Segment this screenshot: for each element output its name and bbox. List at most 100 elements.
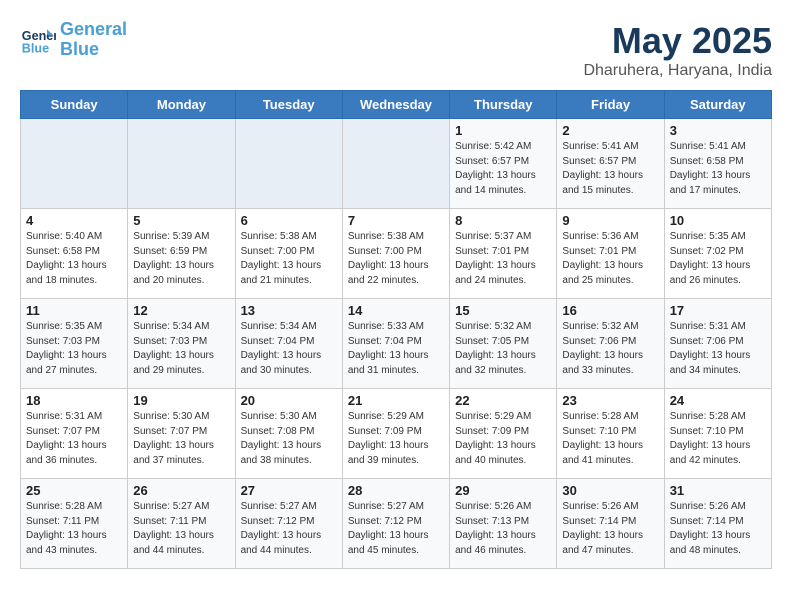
calendar-cell: 20 Sunrise: 5:30 AM Sunset: 7:08 PM Dayli…	[235, 389, 342, 479]
calendar-cell: 15 Sunrise: 5:32 AM Sunset: 7:05 PM Dayli…	[450, 299, 557, 389]
day-number: 31	[670, 483, 766, 498]
calendar-cell: 26 Sunrise: 5:27 AM Sunset: 7:11 PM Dayli…	[128, 479, 235, 569]
day-number: 13	[241, 303, 337, 318]
header-friday: Friday	[557, 91, 664, 119]
day-info: Sunrise: 5:42 AM Sunset: 6:57 PM Dayligh…	[455, 140, 551, 198]
calendar-cell: 31 Sunrise: 5:26 AM Sunset: 7:14 PM Dayli…	[664, 479, 771, 569]
day-info: Sunrise: 5:32 AM Sunset: 7:06 PM Dayligh…	[562, 320, 658, 378]
location-title: Dharuhera, Haryana, India	[583, 62, 772, 80]
header-wednesday: Wednesday	[342, 91, 449, 119]
day-number: 18	[26, 393, 122, 408]
header-tuesday: Tuesday	[235, 91, 342, 119]
header-saturday: Saturday	[664, 91, 771, 119]
page-header: General Blue General Blue May 2025 Dharu…	[20, 20, 772, 80]
day-number: 19	[133, 393, 229, 408]
calendar-table: SundayMondayTuesdayWednesdayThursdayFrid…	[20, 90, 772, 569]
day-info: Sunrise: 5:29 AM Sunset: 7:09 PM Dayligh…	[348, 410, 444, 468]
day-number: 23	[562, 393, 658, 408]
calendar-cell: 25 Sunrise: 5:28 AM Sunset: 7:11 PM Dayli…	[21, 479, 128, 569]
day-info: Sunrise: 5:37 AM Sunset: 7:01 PM Dayligh…	[455, 230, 551, 288]
logo-text-line1: General	[60, 20, 127, 40]
day-number: 27	[241, 483, 337, 498]
day-info: Sunrise: 5:30 AM Sunset: 7:08 PM Dayligh…	[241, 410, 337, 468]
calendar-cell: 19 Sunrise: 5:30 AM Sunset: 7:07 PM Dayli…	[128, 389, 235, 479]
calendar-cell	[235, 119, 342, 209]
day-number: 17	[670, 303, 766, 318]
calendar-cell: 12Sunrise: 5:34 AM Sunset: 7:03 PM Dayli…	[128, 299, 235, 389]
day-number: 30	[562, 483, 658, 498]
day-info: Sunrise: 5:36 AM Sunset: 7:01 PM Dayligh…	[562, 230, 658, 288]
calendar-row: 1 Sunrise: 5:42 AM Sunset: 6:57 PM Daylig…	[21, 119, 772, 209]
day-info: Sunrise: 5:34 AM Sunset: 7:03 PM Dayligh…	[133, 320, 229, 378]
calendar-cell: 2 Sunrise: 5:41 AM Sunset: 6:57 PM Daylig…	[557, 119, 664, 209]
day-info: Sunrise: 5:35 AM Sunset: 7:03 PM Dayligh…	[26, 320, 122, 378]
day-info: Sunrise: 5:33 AM Sunset: 7:04 PM Dayligh…	[348, 320, 444, 378]
day-info: Sunrise: 5:26 AM Sunset: 7:14 PM Dayligh…	[670, 500, 766, 558]
calendar-cell: 21 Sunrise: 5:29 AM Sunset: 7:09 PM Dayli…	[342, 389, 449, 479]
day-info: Sunrise: 5:28 AM Sunset: 7:11 PM Dayligh…	[26, 500, 122, 558]
day-number: 2	[562, 123, 658, 138]
calendar-cell: 4 Sunrise: 5:40 AM Sunset: 6:58 PM Daylig…	[21, 209, 128, 299]
day-number: 16	[562, 303, 658, 318]
day-info: Sunrise: 5:41 AM Sunset: 6:58 PM Dayligh…	[670, 140, 766, 198]
calendar-header-row: SundayMondayTuesdayWednesdayThursdayFrid…	[21, 91, 772, 119]
calendar-cell	[128, 119, 235, 209]
calendar-cell	[21, 119, 128, 209]
day-number: 11	[26, 303, 122, 318]
day-number: 5	[133, 213, 229, 228]
day-number: 9	[562, 213, 658, 228]
calendar-row: 4 Sunrise: 5:40 AM Sunset: 6:58 PM Daylig…	[21, 209, 772, 299]
title-block: May 2025 Dharuhera, Haryana, India	[583, 20, 772, 80]
calendar-cell: 28Sunrise: 5:27 AM Sunset: 7:12 PM Dayli…	[342, 479, 449, 569]
day-info: Sunrise: 5:27 AM Sunset: 7:11 PM Dayligh…	[133, 500, 229, 558]
day-info: Sunrise: 5:34 AM Sunset: 7:04 PM Dayligh…	[241, 320, 337, 378]
calendar-cell: 16 Sunrise: 5:32 AM Sunset: 7:06 PM Dayli…	[557, 299, 664, 389]
calendar-cell: 29 Sunrise: 5:26 AM Sunset: 7:13 PM Dayli…	[450, 479, 557, 569]
calendar-cell: 22Sunrise: 5:29 AM Sunset: 7:09 PM Dayli…	[450, 389, 557, 479]
header-thursday: Thursday	[450, 91, 557, 119]
day-info: Sunrise: 5:39 AM Sunset: 6:59 PM Dayligh…	[133, 230, 229, 288]
day-number: 21	[348, 393, 444, 408]
header-monday: Monday	[128, 91, 235, 119]
day-number: 20	[241, 393, 337, 408]
day-number: 4	[26, 213, 122, 228]
calendar-row: 11 Sunrise: 5:35 AM Sunset: 7:03 PM Dayli…	[21, 299, 772, 389]
calendar-cell: 24 Sunrise: 5:28 AM Sunset: 7:10 PM Dayli…	[664, 389, 771, 479]
svg-text:Blue: Blue	[22, 41, 49, 55]
day-info: Sunrise: 5:27 AM Sunset: 7:12 PM Dayligh…	[241, 500, 337, 558]
day-number: 1	[455, 123, 551, 138]
day-number: 24	[670, 393, 766, 408]
calendar-cell: 14Sunrise: 5:33 AM Sunset: 7:04 PM Dayli…	[342, 299, 449, 389]
day-info: Sunrise: 5:41 AM Sunset: 6:57 PM Dayligh…	[562, 140, 658, 198]
logo-icon: General Blue	[20, 22, 56, 58]
calendar-cell: 8Sunrise: 5:37 AM Sunset: 7:01 PM Daylig…	[450, 209, 557, 299]
day-info: Sunrise: 5:32 AM Sunset: 7:05 PM Dayligh…	[455, 320, 551, 378]
day-number: 25	[26, 483, 122, 498]
day-info: Sunrise: 5:35 AM Sunset: 7:02 PM Dayligh…	[670, 230, 766, 288]
calendar-cell: 13 Sunrise: 5:34 AM Sunset: 7:04 PM Dayli…	[235, 299, 342, 389]
day-info: Sunrise: 5:40 AM Sunset: 6:58 PM Dayligh…	[26, 230, 122, 288]
day-info: Sunrise: 5:30 AM Sunset: 7:07 PM Dayligh…	[133, 410, 229, 468]
day-info: Sunrise: 5:28 AM Sunset: 7:10 PM Dayligh…	[562, 410, 658, 468]
calendar-cell: 23 Sunrise: 5:28 AM Sunset: 7:10 PM Dayli…	[557, 389, 664, 479]
day-number: 15	[455, 303, 551, 318]
day-info: Sunrise: 5:28 AM Sunset: 7:10 PM Dayligh…	[670, 410, 766, 468]
month-title: May 2025	[583, 20, 772, 62]
day-info: Sunrise: 5:31 AM Sunset: 7:07 PM Dayligh…	[26, 410, 122, 468]
calendar-cell: 6Sunrise: 5:38 AM Sunset: 7:00 PM Daylig…	[235, 209, 342, 299]
day-number: 26	[133, 483, 229, 498]
calendar-row: 18 Sunrise: 5:31 AM Sunset: 7:07 PM Dayli…	[21, 389, 772, 479]
calendar-cell: 17 Sunrise: 5:31 AM Sunset: 7:06 PM Dayli…	[664, 299, 771, 389]
calendar-cell: 27 Sunrise: 5:27 AM Sunset: 7:12 PM Dayli…	[235, 479, 342, 569]
day-number: 10	[670, 213, 766, 228]
day-info: Sunrise: 5:31 AM Sunset: 7:06 PM Dayligh…	[670, 320, 766, 378]
calendar-cell: 3Sunrise: 5:41 AM Sunset: 6:58 PM Daylig…	[664, 119, 771, 209]
day-info: Sunrise: 5:27 AM Sunset: 7:12 PM Dayligh…	[348, 500, 444, 558]
calendar-cell: 18 Sunrise: 5:31 AM Sunset: 7:07 PM Dayli…	[21, 389, 128, 479]
day-number: 29	[455, 483, 551, 498]
calendar-cell: 11 Sunrise: 5:35 AM Sunset: 7:03 PM Dayli…	[21, 299, 128, 389]
day-info: Sunrise: 5:26 AM Sunset: 7:13 PM Dayligh…	[455, 500, 551, 558]
calendar-cell: 7Sunrise: 5:38 AM Sunset: 7:00 PM Daylig…	[342, 209, 449, 299]
calendar-cell: 9 Sunrise: 5:36 AM Sunset: 7:01 PM Daylig…	[557, 209, 664, 299]
day-info: Sunrise: 5:29 AM Sunset: 7:09 PM Dayligh…	[455, 410, 551, 468]
